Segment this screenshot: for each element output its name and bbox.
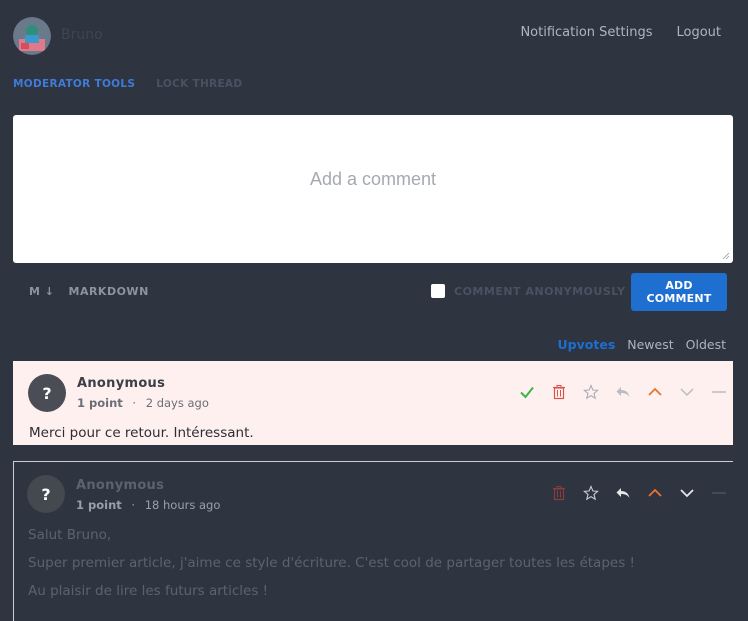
comment-points: 1 point	[77, 396, 123, 410]
collapse-icon[interactable]	[711, 384, 727, 400]
meta-separator: ·	[131, 498, 136, 512]
comment-time: 2 days ago	[145, 396, 209, 410]
anonymous-option: COMMENT ANONYMOUSLY	[431, 284, 626, 298]
sort-oldest[interactable]: Oldest	[686, 337, 726, 352]
star-icon[interactable]	[583, 384, 599, 400]
username: Bruno	[61, 27, 103, 43]
comment-textarea[interactable]: Add a comment	[13, 115, 733, 263]
downvote-icon[interactable]	[679, 384, 695, 400]
markdown-toggle[interactable]: M ↓ MARKDOWN	[29, 285, 149, 298]
comment: ? Anonymous 1 point · 18 hours ago Salut…	[13, 461, 733, 621]
comment-placeholder: Add a comment	[309, 169, 437, 189]
user-avatar[interactable]	[13, 17, 51, 55]
comment-body-line: Au plaisir de lire les futurs articles !	[28, 583, 269, 599]
anonymous-avatar: ?	[27, 475, 65, 513]
sort-upvotes[interactable]: Upvotes	[558, 337, 616, 352]
top-links: Notification Settings Logout	[520, 25, 721, 40]
upvote-icon[interactable]	[647, 485, 663, 501]
comment-points: 1 point	[76, 498, 122, 512]
comment-author: Anonymous	[77, 376, 166, 391]
markdown-label: MARKDOWN	[68, 285, 149, 298]
markdown-icon: M ↓	[29, 285, 55, 298]
top-bar: Bruno Notification Settings Logout	[0, 0, 748, 72]
anonymous-checkbox[interactable]	[431, 284, 445, 298]
resize-grip-icon[interactable]	[722, 252, 730, 260]
logout-link[interactable]: Logout	[676, 25, 721, 40]
upvote-icon[interactable]	[647, 384, 663, 400]
moderator-toolbar: MODERATOR TOOLS LOCK THREAD	[13, 78, 242, 90]
sort-newest[interactable]: Newest	[627, 337, 673, 352]
comment-actions	[519, 384, 727, 400]
add-comment-button[interactable]: ADD COMMENT	[631, 273, 727, 311]
moderator-tools-tab[interactable]: MODERATOR TOOLS	[13, 78, 135, 90]
reply-icon[interactable]	[615, 485, 631, 501]
lock-thread-button[interactable]: LOCK THREAD	[156, 78, 242, 90]
meta-separator: ·	[132, 396, 137, 410]
anonymous-avatar: ?	[28, 374, 66, 412]
comment-pending: ? Anonymous 1 point · 2 days ago Merci p…	[13, 361, 733, 445]
comment-author: Anonymous	[76, 478, 165, 493]
anonymous-label[interactable]: COMMENT ANONYMOUSLY	[454, 285, 626, 298]
comment-actions	[551, 485, 727, 501]
reply-icon[interactable]	[615, 384, 631, 400]
downvote-icon[interactable]	[679, 485, 695, 501]
sort-options: Upvotes Newest Oldest	[558, 337, 726, 352]
trash-icon[interactable]	[551, 384, 567, 400]
trash-icon[interactable]	[551, 485, 567, 501]
collapse-icon[interactable]	[711, 485, 727, 501]
check-icon[interactable]	[519, 384, 535, 400]
comment-time: 18 hours ago	[144, 498, 221, 512]
star-icon[interactable]	[583, 485, 599, 501]
comment-body-line: Salut Bruno,	[28, 527, 112, 543]
comment-meta: 1 point · 18 hours ago	[76, 498, 220, 512]
comment-meta: 1 point · 2 days ago	[77, 396, 209, 410]
notification-settings-link[interactable]: Notification Settings	[520, 25, 652, 40]
comment-body-line: Super premier article, j'aime ce style d…	[28, 555, 635, 571]
comment-body: Merci pour ce retour. Intéressant.	[29, 425, 254, 441]
